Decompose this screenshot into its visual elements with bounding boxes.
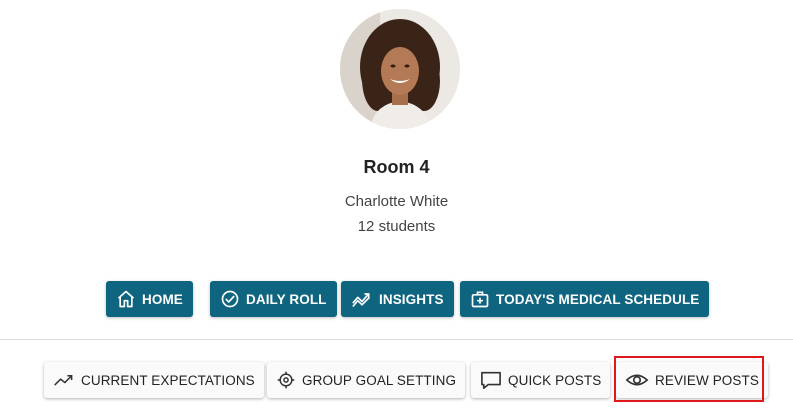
comment-icon — [481, 371, 501, 389]
section-divider — [0, 339, 793, 340]
insights-button[interactable]: INSIGHTS — [341, 281, 454, 317]
student-count: 12 students — [357, 218, 436, 235]
current-expectations-button[interactable]: CURRENT EXPECTATIONS — [44, 362, 264, 398]
avatar — [340, 9, 460, 129]
group-goal-setting-button[interactable]: GROUP GOAL SETTING — [267, 362, 466, 398]
quick-posts-label: QUICK POSTS — [508, 372, 602, 388]
insights-icon — [352, 293, 371, 308]
room-title: Room 4 — [363, 157, 430, 177]
review-posts-button[interactable]: REVIEW POSTS — [616, 362, 768, 398]
profile-photo — [340, 9, 460, 129]
medical-schedule-button[interactable]: TODAY'S MEDICAL SCHEDULE — [460, 281, 710, 317]
home-icon — [117, 290, 135, 308]
daily-roll-button-label: DAILY ROLL — [246, 291, 327, 307]
check-circle-icon — [221, 290, 239, 308]
medical-kit-icon — [471, 291, 489, 308]
target-icon — [277, 371, 295, 389]
quick-posts-button[interactable]: QUICK POSTS — [471, 362, 611, 398]
home-button-label: HOME — [142, 291, 183, 307]
review-posts-label: REVIEW POSTS — [655, 372, 759, 388]
trending-up-icon — [54, 375, 73, 386]
teacher-name: Charlotte White — [344, 193, 449, 210]
home-button[interactable]: HOME — [106, 281, 193, 317]
eye-icon — [625, 374, 649, 386]
current-expectations-label: CURRENT EXPECTATIONS — [81, 372, 255, 388]
insights-button-label: INSIGHTS — [379, 291, 444, 307]
group-goal-setting-label: GROUP GOAL SETTING — [302, 372, 457, 388]
medical-schedule-button-label: TODAY'S MEDICAL SCHEDULE — [496, 291, 700, 307]
daily-roll-button[interactable]: DAILY ROLL — [210, 281, 337, 317]
